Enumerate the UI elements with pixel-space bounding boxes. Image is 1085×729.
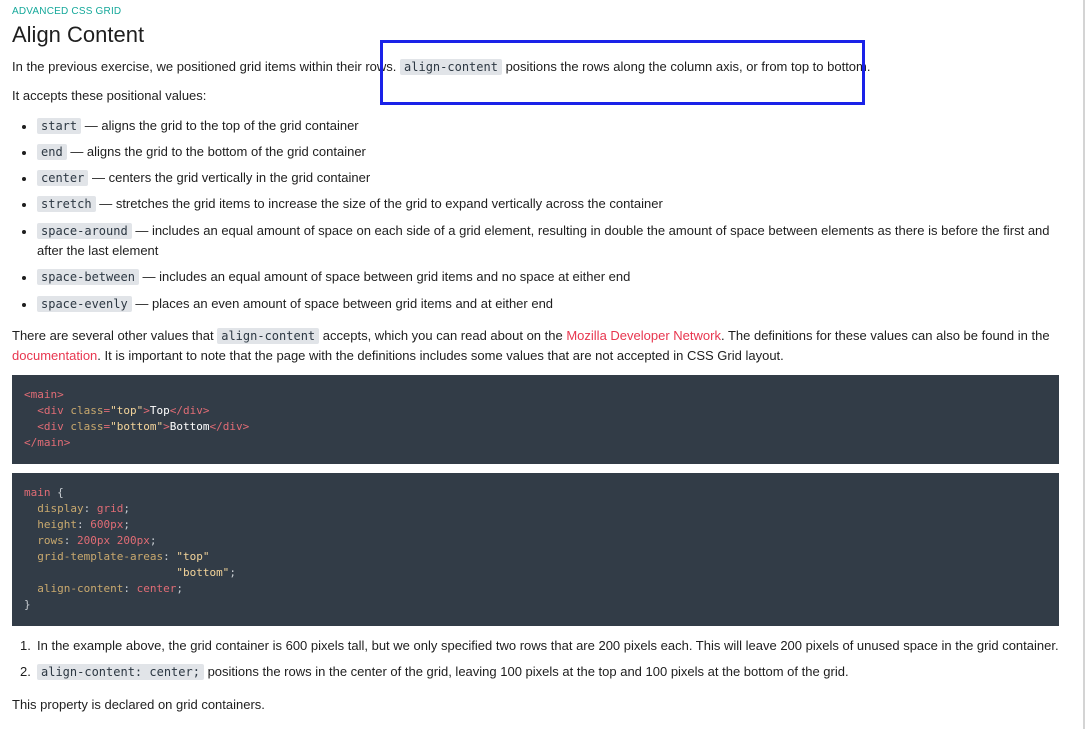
code-token: <div bbox=[37, 404, 71, 417]
other-values-text: accepts, which you can read about on the bbox=[322, 328, 563, 343]
values-list: start — aligns the grid to the top of th… bbox=[12, 116, 1059, 314]
css-code-block: main { display: grid; height: 600px; row… bbox=[12, 473, 1059, 626]
code-token: 600px bbox=[90, 518, 124, 531]
value-desc: — includes an equal amount of space on e… bbox=[37, 223, 1050, 258]
value-code: center bbox=[37, 170, 89, 186]
list-item: start — aligns the grid to the top of th… bbox=[12, 116, 1059, 136]
steps-list: 1. In the example above, the grid contai… bbox=[12, 636, 1059, 688]
list-item: end — aligns the grid to the bottom of t… bbox=[12, 142, 1059, 162]
closing-paragraph: This property is declared on grid contai… bbox=[12, 697, 265, 712]
value-code: space-around bbox=[37, 223, 132, 239]
page-title: Align Content bbox=[12, 22, 145, 47]
list-item: stretch — stretches the grid items to in… bbox=[12, 194, 1059, 214]
value-code: space-between bbox=[37, 269, 139, 285]
step-text: positions the rows in the center of the … bbox=[207, 664, 849, 679]
value-desc: — stretches the grid items to increase t… bbox=[99, 196, 663, 211]
other-values-text: . The definitions for these values can a… bbox=[720, 328, 1050, 343]
inline-code-align-content: align-content bbox=[217, 328, 320, 344]
code-token: center bbox=[136, 582, 177, 595]
list-item: 2. align-content: center; positions the … bbox=[12, 662, 1059, 682]
code-token: grid-template-areas bbox=[37, 550, 164, 563]
code-token: </div> bbox=[209, 420, 250, 433]
code-token: </main> bbox=[24, 436, 71, 449]
inline-code-align-content: align-content bbox=[400, 59, 502, 75]
list-item: center — centers the grid vertically in … bbox=[12, 168, 1059, 188]
step-number: 1. bbox=[20, 638, 31, 653]
code-token: Bottom bbox=[169, 420, 210, 433]
code-token: rows bbox=[37, 534, 64, 547]
value-desc: — places an even amount of space between… bbox=[135, 296, 554, 311]
intro-paragraph: In the previous exercise, we positioned … bbox=[12, 57, 870, 77]
value-desc: — centers the grid vertically in the gri… bbox=[91, 170, 371, 185]
code-token: display bbox=[37, 502, 84, 515]
value-desc: — aligns the grid to the bottom of the g… bbox=[70, 144, 366, 159]
html-code-block: <main> <div class="top">Top</div> <div c… bbox=[12, 375, 1059, 464]
other-values-paragraph: There are several other values that alig… bbox=[12, 326, 1059, 366]
code-token: class bbox=[70, 404, 104, 417]
value-code: stretch bbox=[37, 196, 96, 212]
list-item: space-around — includes an equal amount … bbox=[12, 221, 1059, 261]
other-values-text: There are several other values that bbox=[12, 328, 214, 343]
code-token: "top" bbox=[110, 404, 144, 417]
code-token: Top bbox=[149, 404, 170, 417]
code-token: class bbox=[70, 420, 104, 433]
documentation-link[interactable]: documentation bbox=[12, 348, 97, 363]
step-text: In the example above, the grid container… bbox=[37, 638, 1059, 653]
code-token: } bbox=[24, 598, 31, 611]
intro-text-before: In the previous exercise, we positioned … bbox=[12, 59, 397, 74]
list-item: 1. In the example above, the grid contai… bbox=[12, 636, 1059, 656]
list-item: space-evenly — places an even amount of … bbox=[12, 294, 1059, 314]
step-number: 2. bbox=[20, 664, 31, 679]
mdn-link[interactable]: Mozilla Developer Network bbox=[566, 328, 721, 343]
code-token: align-content bbox=[37, 582, 124, 595]
code-token: "bottom" bbox=[110, 420, 164, 433]
code-token: </div> bbox=[169, 404, 210, 417]
code-token: "top" bbox=[176, 550, 210, 563]
code-token: <main> bbox=[24, 388, 64, 401]
list-item: space-between — includes an equal amount… bbox=[12, 267, 1059, 287]
accepts-paragraph: It accepts these positional values: bbox=[12, 88, 207, 103]
intro-text-after: positions the rows along the column axis… bbox=[505, 59, 871, 74]
code-token: main bbox=[24, 486, 51, 499]
code-token: "bottom" bbox=[176, 566, 230, 579]
value-code: space-evenly bbox=[37, 296, 132, 312]
course-eyebrow: ADVANCED CSS GRID bbox=[12, 6, 122, 17]
code-token: { bbox=[50, 486, 64, 499]
value-code: start bbox=[37, 118, 82, 134]
code-token: 200px 200px bbox=[77, 534, 150, 547]
value-desc: — aligns the grid to the top of the grid… bbox=[84, 118, 359, 133]
value-code: end bbox=[37, 144, 67, 160]
value-desc: — includes an equal amount of space betw… bbox=[142, 269, 631, 284]
code-token: <div bbox=[37, 420, 71, 433]
code-token: grid bbox=[96, 502, 124, 515]
code-token: height bbox=[37, 518, 77, 531]
other-values-text: . It is important to note that the page … bbox=[97, 348, 784, 363]
inline-code-align-content-center: align-content: center; bbox=[37, 664, 204, 680]
